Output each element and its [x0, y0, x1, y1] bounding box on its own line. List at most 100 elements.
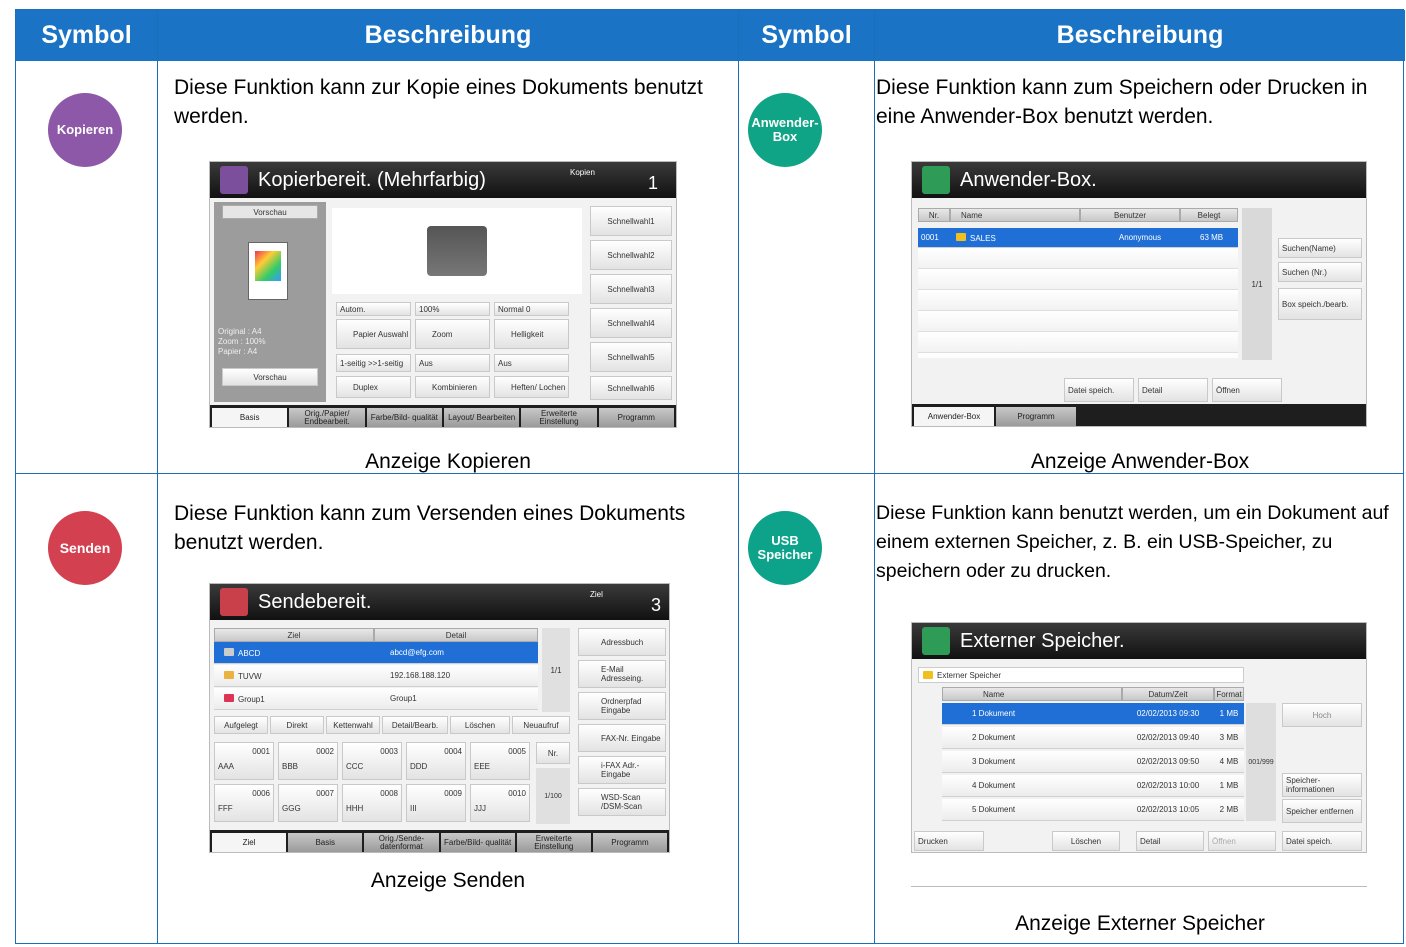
kopieren-description: Diese Funktion kann zur Kopie eines Doku… [174, 76, 703, 128]
speed-dial-name: JJJ [474, 804, 486, 813]
speed-dial-number: 0004 [444, 747, 462, 756]
detail-button[interactable]: Detail [1138, 378, 1208, 402]
delete-button[interactable]: Löschen [1052, 831, 1120, 851]
preview-button[interactable]: Vorschau [222, 368, 318, 386]
table-row[interactable]: 5 Dokument 02/02/2013 10:05 2 MB [942, 799, 1244, 821]
detail-edit-button[interactable]: Detail/Bearb. [382, 716, 448, 734]
speed-page-indicator[interactable]: 1/100 [536, 768, 570, 824]
table-row[interactable]: 4 Dokument 02/02/2013 10:00 1 MB [942, 775, 1244, 797]
remove-memory-button[interactable]: Speicher entfernen [1282, 799, 1362, 823]
dest-page-indicator[interactable]: 1/1 [542, 628, 570, 712]
recall-button[interactable]: Neuaufruf [512, 716, 570, 734]
address-book-button[interactable]: Adressbuch [578, 628, 666, 656]
box-save-edit-button[interactable]: Box speich./bearb. [1278, 288, 1362, 320]
ifax-entry-button[interactable]: i-FAX Adr.-Eingabe [578, 756, 666, 784]
quick-5-button[interactable]: Schnellwahl5 [590, 342, 672, 372]
quick-4-button[interactable]: Schnellwahl4 [590, 308, 672, 338]
list-item[interactable]: 0001 SALES Anonymous 63 MB [918, 228, 1238, 248]
up-button[interactable]: Hoch [1282, 703, 1362, 727]
speed-dial-number: 0006 [252, 789, 270, 798]
tab-color-quality[interactable]: Farbe/Bild- qualität [366, 408, 442, 427]
tab-program[interactable]: Programm [598, 408, 674, 427]
on-hook-button[interactable]: Aufgelegt [214, 716, 268, 734]
table-row[interactable]: 3 Dokument 02/02/2013 09:50 4 MB [942, 751, 1244, 773]
speed-dial-button[interactable]: 0004 DDD [406, 742, 466, 780]
chain-button[interactable]: Kettenwahl [326, 716, 380, 734]
quick-1-button[interactable]: Schnellwahl1 [590, 206, 672, 236]
speed-dial-button[interactable]: 0001 AAA [214, 742, 274, 780]
quick-6-button[interactable]: Schnellwahl6 [590, 376, 672, 400]
tab-anwender-box[interactable]: Anwender-Box [914, 407, 994, 426]
staple-status: Aus [494, 354, 569, 372]
table-row[interactable]: 1 Dokument 02/02/2013 09:30 1 MB [942, 703, 1244, 725]
memory-info-button[interactable]: Speicher- informationen [1282, 773, 1362, 797]
open-button[interactable]: Öffnen [1208, 831, 1276, 851]
fax-entry-button[interactable]: FAX-Nr. Eingabe [578, 724, 666, 752]
speed-dial-button[interactable]: 0007 GGG [278, 784, 338, 822]
dest-detail: Group1 [390, 694, 417, 703]
duplex-button[interactable]: Duplex [336, 376, 411, 398]
folder-icon [224, 670, 234, 679]
tab-layout[interactable]: Layout/ Bearbeiten [443, 408, 520, 427]
tab-advanced[interactable]: Erweiterte Einstellung [521, 408, 597, 427]
tab-send-format[interactable]: Orig./Sende- datenformat [364, 833, 439, 852]
tab-ziel[interactable]: Ziel [212, 833, 287, 852]
quick-2-button[interactable]: Schnellwahl2 [590, 240, 672, 270]
quick-3-button[interactable]: Schnellwahl3 [590, 274, 672, 304]
tab-basis[interactable]: Basis [212, 408, 288, 427]
empty-rows [918, 248, 1238, 358]
print-button[interactable]: Drucken [914, 831, 984, 851]
wsd-scan-button[interactable]: WSD-Scan /DSM-Scan [578, 788, 666, 816]
usb-page-indicator[interactable]: 001/999 [1246, 703, 1276, 821]
save-file-button[interactable]: Datei speich. [1282, 831, 1362, 851]
tab-basis[interactable]: Basis [288, 833, 363, 852]
file-date: 02/02/2013 09:50 [1136, 757, 1200, 766]
paper-select-button[interactable]: Papier Auswahl [336, 319, 411, 349]
tab-orig-paper[interactable]: Orig./Papier/ Endbearbeit. [289, 408, 365, 427]
combine-button[interactable]: Kombinieren [415, 376, 490, 398]
speed-dial-button[interactable]: 0003 CCC [342, 742, 402, 780]
save-file-button[interactable]: Datei speich. [1064, 378, 1134, 402]
tab-advanced[interactable]: Erweiterte Einstellung [516, 833, 591, 852]
dest-row[interactable]: ABCD abcd@efg.com [214, 642, 538, 664]
file-date: 02/02/2013 09:30 [1136, 709, 1200, 718]
send-title: Sendebereit. [258, 590, 372, 613]
tab-program[interactable]: Programm [592, 833, 668, 852]
speed-dial-number: 0003 [380, 747, 398, 756]
speed-dial-button[interactable]: 0010 JJJ [470, 784, 530, 822]
copy-app-icon [220, 166, 248, 194]
paper-status: Autom. [336, 302, 411, 316]
speed-dial-name: CCC [346, 762, 364, 771]
search-name-button[interactable]: Suchen(Name) [1278, 238, 1362, 258]
col-name: Name [950, 208, 1080, 222]
search-nr-button[interactable]: Suchen (Nr.) [1278, 262, 1362, 282]
speed-dial-button[interactable]: 0005 EEE [470, 742, 530, 780]
speed-dial-button[interactable]: 0008 HHH [342, 784, 402, 822]
speed-dial-button[interactable]: 0009 III [406, 784, 466, 822]
open-button[interactable]: Öffnen [1212, 378, 1282, 402]
speed-dial-button[interactable]: 0002 BBB [278, 742, 338, 780]
table-row[interactable]: 2 Dokument 02/02/2013 09:40 3 MB [942, 727, 1244, 749]
dest-detail: 192.168.188.120 [390, 671, 451, 680]
delete-button[interactable]: Löschen [450, 716, 510, 734]
zoom-button[interactable]: Zoom [415, 319, 490, 349]
divider [738, 10, 739, 943]
dest-row[interactable]: Group1 Group1 [214, 688, 538, 710]
direct-button[interactable]: Direkt [270, 716, 324, 734]
staple-button[interactable]: Heften/ Lochen [494, 376, 569, 398]
detail-button[interactable]: Detail [1136, 831, 1204, 851]
box-page-indicator[interactable]: 1/1 [1242, 208, 1272, 360]
email-entry-button[interactable]: E-Mail Adresseing. [578, 660, 666, 688]
kopieren-caption: Anzeige Kopieren [365, 450, 531, 473]
senden-caption: Anzeige Senden [370, 869, 526, 892]
speed-dial-button[interactable]: 0006 FFF [214, 784, 274, 822]
file-size: 2 MB [1219, 805, 1239, 814]
send-titlebar: Sendebereit. Ziel 3 [210, 584, 669, 620]
folder-path-button[interactable]: Ordnerpfad Eingabe [578, 692, 666, 720]
dest-row[interactable]: TUVW 192.168.188.120 [214, 665, 538, 687]
tab-program[interactable]: Programm [996, 407, 1076, 426]
brightness-button[interactable]: Helligkeit [494, 319, 569, 349]
nr-button[interactable]: Nr. [536, 742, 570, 764]
tab-color-quality[interactable]: Farbe/Bild- qualität [440, 833, 515, 852]
speed-dial-name: FFF [218, 804, 233, 813]
